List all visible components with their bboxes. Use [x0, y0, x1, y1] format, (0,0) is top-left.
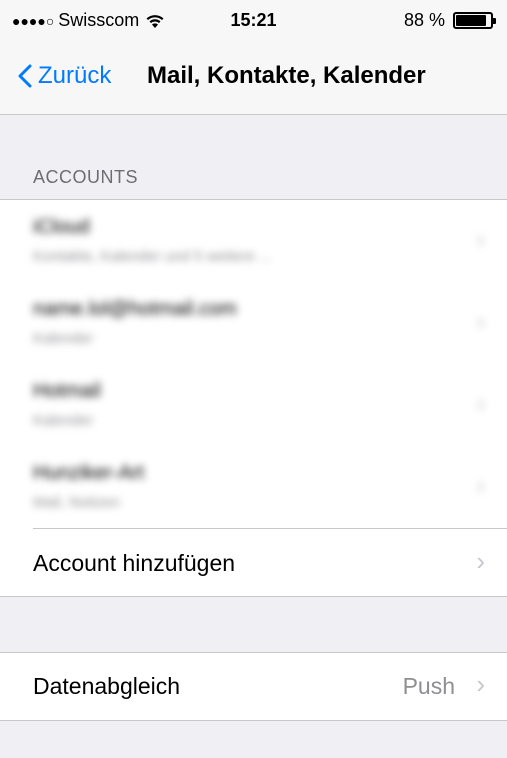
chevron-right-icon: ›: [476, 224, 485, 254]
account-subtitle: Kalender: [33, 412, 94, 429]
account-title: iCloud: [33, 216, 90, 238]
account-row-icloud[interactable]: iCloud Kontakte, Kalender und 5 weitere …: [0, 200, 507, 282]
account-row-hotmail-address[interactable]: name.lol@hotmail.com Kalender ›: [0, 282, 507, 364]
chevron-right-icon: ›: [476, 669, 485, 699]
account-row-hunziker-art[interactable]: Hunziker-Art Mail, Notizen ›: [0, 446, 507, 528]
status-bar: ●●●●○ Swisscom 15:21 88 %: [0, 0, 507, 40]
account-title: name.lol@hotmail.com: [33, 298, 237, 320]
chevron-right-icon: ›: [476, 470, 485, 500]
fetch-group: Datenabgleich Push ›: [0, 652, 507, 721]
status-right: 88 %: [403, 10, 496, 31]
battery-icon: [453, 12, 496, 29]
account-title: Hunziker-Art: [33, 462, 145, 484]
chevron-left-icon: [18, 64, 32, 88]
back-button[interactable]: Zurück: [18, 62, 111, 90]
account-subtitle: Mail, Notizen: [33, 494, 120, 511]
account-subtitle: Kalender: [33, 330, 94, 347]
account-title: Hotmail: [33, 380, 101, 402]
navigation-bar: Zurück Mail, Kontakte, Kalender: [0, 40, 507, 115]
add-account-label: Account hinzufügen: [33, 550, 236, 576]
chevron-right-icon: ›: [476, 546, 485, 576]
battery-fill: [456, 15, 486, 26]
chevron-right-icon: ›: [476, 388, 485, 418]
page-title: Mail, Kontakte, Kalender: [147, 62, 426, 89]
fetch-label: Datenabgleich: [33, 673, 181, 699]
chevron-right-icon: ›: [476, 306, 485, 336]
section-header-accounts: ACCOUNTS: [33, 167, 139, 187]
battery-nub: [493, 18, 496, 24]
accounts-group: iCloud Kontakte, Kalender und 5 weitere …: [0, 199, 507, 597]
account-subtitle: Kontakte, Kalender und 5 weitere ...: [33, 248, 272, 265]
back-label: Zurück: [38, 62, 112, 89]
battery-percent: 88 %: [403, 10, 445, 30]
add-account-button[interactable]: Account hinzufügen ›: [0, 529, 507, 597]
fetch-new-data-row[interactable]: Datenabgleich Push ›: [0, 653, 507, 720]
fetch-value: Push: [402, 673, 455, 699]
account-row-hotmail[interactable]: Hotmail Kalender ›: [0, 364, 507, 446]
